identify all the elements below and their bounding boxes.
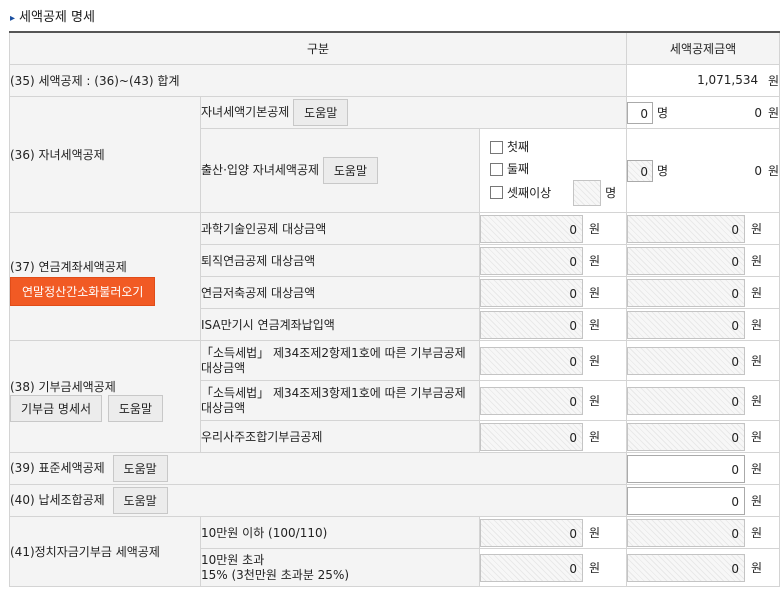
birth-adoption-value: 0 명 0 원	[626, 128, 781, 213]
option-second[interactable]: 둘째	[490, 158, 626, 180]
child-basic-value: 0 명 0 원	[626, 96, 781, 129]
row-35: (35) 세액공제 : (36)~(43) 합계 1,071,534 원	[8, 64, 781, 97]
table-header: 구분 세액공제금액	[8, 31, 781, 65]
child-basic-amount: 0	[754, 105, 762, 120]
pension-item-label: 연금저축공제 대상금액	[200, 276, 480, 309]
child-basic-help-button[interactable]: 도움말	[293, 99, 349, 126]
donation-amount-input[interactable]: 0	[480, 386, 583, 415]
checkbox-first[interactable]	[490, 140, 503, 154]
donation-amount-input[interactable]: 0	[480, 422, 583, 451]
header-credit-amount: 세액공제금액	[626, 31, 781, 65]
donation-credit-input[interactable]: 0	[627, 422, 746, 451]
row-38-label: (38) 기부금세액공제	[10, 379, 116, 394]
pension-credit-input[interactable]: 0	[627, 246, 746, 275]
total-amount: 1,071,534	[697, 73, 759, 87]
tax-credit-table: 구분 세액공제금액 (35) 세액공제 : (36)~(43) 합계 1,071…	[8, 31, 781, 587]
row-37-label-cell: (37) 연금계좌세액공제 연말정산간소화불러오기	[9, 212, 201, 341]
child-basic-label: 자녀세액기본공제	[201, 105, 290, 119]
row-36-basic: (36) 자녀세액공제 자녀세액기본공제 도움말 0 명 0 원	[9, 96, 781, 213]
standard-credit-input[interactable]: 0	[627, 454, 746, 483]
donation-credit-input[interactable]: 0	[627, 386, 746, 415]
political-item-label: 10만원 초과	[201, 552, 265, 567]
birth-adoption-help-button[interactable]: 도움말	[322, 157, 378, 184]
header-category: 구분	[8, 31, 628, 65]
political-amount-input[interactable]: 0	[480, 518, 583, 547]
political-item-label: 10만원 이하 (100/110)	[200, 516, 480, 549]
political-item-sublabel: 15% (3천만원 초과분 25%)	[201, 567, 350, 582]
row-38-label-cell: (38) 기부금세액공제 기부금 명세서 도움말	[9, 340, 201, 453]
pension-item-label: 퇴직연금공제 대상금액	[200, 244, 480, 277]
birth-adoption-cell: 출산·입양 자녀세액공제 도움말	[200, 128, 480, 213]
donation-help-button[interactable]: 도움말	[107, 394, 164, 422]
child-basic-cell: 자녀세액기본공제 도움말	[199, 96, 628, 129]
pension-credit-input[interactable]: 0	[627, 278, 746, 307]
donation-detail-button[interactable]: 기부금 명세서	[10, 394, 103, 422]
simplified-import-button[interactable]: 연말정산간소화불러오기	[10, 276, 156, 306]
pension-amount-input[interactable]: 0	[480, 310, 583, 339]
birth-order-options: 첫째 둘째 셋째이상 명	[478, 128, 628, 213]
pension-amount-input[interactable]: 0	[480, 278, 583, 307]
tax-union-credit-input[interactable]: 0	[627, 486, 746, 515]
row-40-label: (40) 납세조합공제	[10, 493, 105, 507]
pension-amount-input[interactable]: 0	[480, 246, 583, 275]
pension-item-label: ISA만기시 연금계좌납입액	[200, 308, 480, 341]
birth-count-input[interactable]: 0	[627, 159, 654, 182]
checkbox-third-plus[interactable]	[490, 186, 503, 199]
row-37-label: (37) 연금계좌세액공제	[10, 259, 127, 274]
row-35-label: (35) 세액공제 : (36)~(43) 합계	[8, 64, 628, 97]
section-title: ▸ 세액공제 명세	[10, 10, 95, 25]
option-third[interactable]: 셋째이상 명	[490, 179, 626, 206]
donation-row: (38) 기부금세액공제 기부금 명세서 도움말 「소득세법」 제34조제2항제…	[9, 340, 781, 453]
political-amount-input[interactable]: 0	[480, 553, 583, 582]
political-credit-input[interactable]: 0	[627, 553, 746, 582]
birth-adoption-label: 출산·입양 자녀세액공제	[201, 163, 320, 177]
tax-union-help-button[interactable]: 도움말	[112, 487, 168, 514]
donation-item-label: 「소득세법」 제34조제2항제1호에 따른 기부금공제 대상금액	[200, 340, 480, 381]
political-credit-input[interactable]: 0	[627, 518, 746, 547]
donation-credit-input[interactable]: 0	[627, 346, 746, 375]
row-39-label: (39) 표준세액공제	[10, 461, 105, 475]
option-first[interactable]: 첫째	[490, 136, 626, 158]
pension-item-label: 과학기술인공제 대상금액	[200, 212, 480, 245]
row-40: (40) 납세조합공제 도움말 0원	[8, 484, 781, 517]
child-basic-count-input[interactable]: 0	[627, 101, 654, 124]
row-35-total: 1,071,534 원	[626, 64, 781, 97]
pension-credit-input[interactable]: 0	[627, 310, 746, 339]
donation-item-label: 우리사주조합기부금공제	[200, 420, 480, 453]
pension-amount-input[interactable]: 0	[480, 214, 583, 243]
donation-amount-input[interactable]: 0	[480, 346, 583, 375]
birth-amount: 0	[754, 163, 762, 178]
pension-credit-input[interactable]: 0	[627, 214, 746, 243]
political-row: (41)정치자금기부금 세액공제 10만원 이하 (100/110) 0원 0원	[9, 516, 781, 587]
bullet-icon: ▸	[10, 13, 16, 24]
donation-item-label: 「소득세법」 제34조제3항제1호에 따른 기부금공제 대상금액	[200, 380, 480, 421]
row-36-label: (36) 자녀세액공제	[9, 96, 201, 213]
row-41-label: (41)정치자금기부금 세액공제	[9, 516, 201, 587]
row-39: (39) 표준세액공제 도움말 0원	[8, 452, 781, 485]
pension-row: (37) 연금계좌세액공제 연말정산간소화불러오기 과학기술인공제 대상금액 0…	[9, 212, 781, 341]
checkbox-second[interactable]	[490, 162, 503, 176]
third-plus-count-input[interactable]	[573, 179, 602, 206]
standard-credit-help-button[interactable]: 도움말	[112, 455, 168, 482]
